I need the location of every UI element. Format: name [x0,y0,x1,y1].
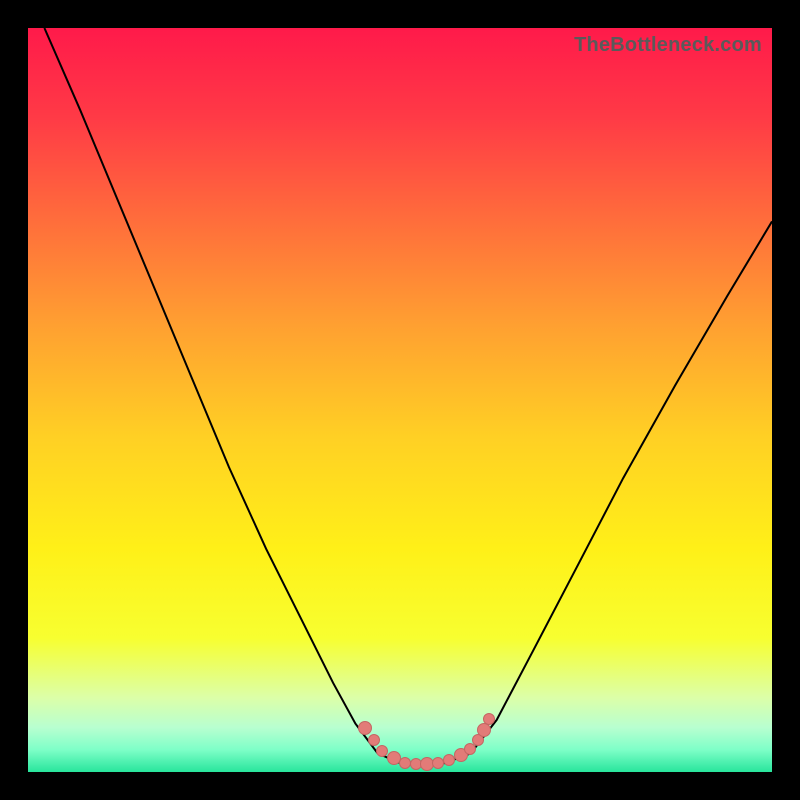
bottleneck-curve [28,28,772,772]
curve-path [44,28,772,765]
data-marker [432,757,444,769]
chart-frame: TheBottleneck.com [0,0,800,800]
data-marker [399,757,411,769]
data-marker [368,734,380,746]
plot-area: TheBottleneck.com [28,28,772,772]
